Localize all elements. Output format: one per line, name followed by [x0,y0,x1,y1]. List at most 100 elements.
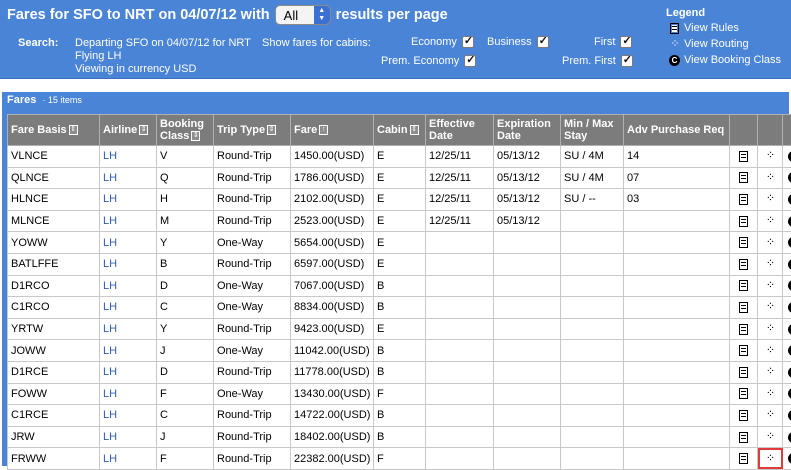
view-rules-cell[interactable] [730,232,758,254]
cell-airline[interactable]: LH [100,167,157,189]
rules-document-icon[interactable] [739,172,748,183]
rules-document-icon[interactable] [739,453,748,464]
view-routing-cell[interactable]: ⁘ [758,361,783,383]
routing-icon[interactable]: ⁘ [766,409,774,421]
routing-icon[interactable]: ⁘ [766,323,774,335]
cabin-prem-first[interactable]: Prem. First [562,55,633,67]
rules-document-icon[interactable] [739,388,748,399]
column-header-fare-basis[interactable]: Fare Basis⇕ [8,115,100,146]
view-routing-cell[interactable]: ⁘ [758,189,783,211]
column-header-trip-type[interactable]: Trip Type⇕ [214,115,291,146]
routing-icon[interactable]: ⁘ [766,171,774,183]
view-rules-cell[interactable] [730,361,758,383]
cell-airline[interactable]: LH [100,426,157,448]
view-routing-cell[interactable]: ⁘ [758,167,783,189]
view-routing-cell[interactable]: ⁘ [758,253,783,275]
view-booking-class-cell[interactable]: C [783,318,791,340]
column-header-expiration-date[interactable]: Expiration Date [494,115,561,146]
routing-icon[interactable]: ⁘ [766,258,774,270]
column-header-booking-class[interactable]: Booking Class⇕ [157,115,214,146]
legend-view-booking-class[interactable]: C View Booking Class [668,54,781,66]
view-routing-cell[interactable]: ⁘ [758,448,783,470]
view-rules-cell[interactable] [730,297,758,319]
cell-airline[interactable]: LH [100,275,157,297]
rules-document-icon[interactable] [739,237,748,248]
cell-airline[interactable]: LH [100,340,157,362]
column-header-airline[interactable]: Airline⇕ [100,115,157,146]
column-header-adv-purchase[interactable]: Adv Purchase Req [624,115,730,146]
cabin-prem-economy-checkbox[interactable] [464,55,476,67]
legend-view-routing[interactable]: ⁘ View Routing [668,38,749,50]
cabin-prem-economy[interactable]: Prem. Economy [381,55,476,67]
results-per-page-select[interactable]: All ▲▼ [275,5,331,25]
sort-icon[interactable]: ⇕ [191,131,200,141]
sort-icon[interactable]: ⇕ [410,125,419,135]
view-routing-cell[interactable]: ⁘ [758,426,783,448]
view-routing-cell[interactable]: ⁘ [758,275,783,297]
view-rules-cell[interactable] [730,146,758,168]
rules-document-icon[interactable] [739,216,748,227]
cabin-business-checkbox[interactable] [537,36,549,48]
view-booking-class-cell[interactable]: C [783,189,791,211]
cell-airline[interactable]: LH [100,232,157,254]
view-booking-class-cell[interactable]: C [783,146,791,168]
view-rules-cell[interactable] [730,189,758,211]
legend-view-rules[interactable]: View Rules [668,22,739,34]
view-rules-cell[interactable] [730,426,758,448]
routing-icon[interactable]: ⁘ [766,279,774,291]
cabin-economy-checkbox[interactable] [462,36,474,48]
rules-document-icon[interactable] [739,151,748,162]
cell-airline[interactable]: LH [100,448,157,470]
view-rules-cell[interactable] [730,448,758,470]
rules-document-icon[interactable] [739,194,748,205]
routing-icon[interactable]: ⁘ [766,236,774,248]
view-routing-cell[interactable]: ⁘ [758,405,783,427]
rules-document-icon[interactable] [739,280,748,291]
view-rules-cell[interactable] [730,253,758,275]
column-header-cabin[interactable]: Cabin⇕ [374,115,426,146]
cell-airline[interactable]: LH [100,210,157,232]
rules-document-icon[interactable] [739,345,748,356]
view-rules-cell[interactable] [730,210,758,232]
sort-ascending-icon[interactable]: ↑ [319,125,328,135]
view-rules-cell[interactable] [730,383,758,405]
routing-icon[interactable]: ⁘ [766,150,774,162]
view-booking-class-cell[interactable]: C [783,232,791,254]
view-routing-cell[interactable]: ⁘ [758,383,783,405]
view-booking-class-cell[interactable]: C [783,275,791,297]
column-header-min-max-stay[interactable]: Min / Max Stay [561,115,624,146]
view-rules-cell[interactable] [730,318,758,340]
view-rules-cell[interactable] [730,167,758,189]
cabin-first-checkbox[interactable] [620,36,632,48]
sort-icon[interactable]: ⇕ [139,125,148,135]
routing-icon[interactable]: ⁘ [766,431,774,443]
view-booking-class-cell[interactable]: C [783,297,791,319]
view-rules-cell[interactable] [730,340,758,362]
routing-icon[interactable]: ⁘ [766,344,774,356]
cabin-prem-first-checkbox[interactable] [621,55,633,67]
cabin-economy[interactable]: Economy [411,36,474,48]
routing-icon[interactable]: ⁘ [766,387,774,399]
sort-icon[interactable]: ⇕ [69,125,78,135]
cell-airline[interactable]: LH [100,383,157,405]
cell-airline[interactable]: LH [100,361,157,383]
view-routing-cell[interactable]: ⁘ [758,318,783,340]
cell-airline[interactable]: LH [100,146,157,168]
cabin-first[interactable]: First [594,36,632,48]
view-booking-class-cell[interactable]: C [783,426,791,448]
view-booking-class-cell[interactable]: C [783,253,791,275]
view-booking-class-cell[interactable]: C [783,210,791,232]
routing-icon[interactable]: ⁘ [766,193,774,205]
cell-airline[interactable]: LH [100,318,157,340]
rules-document-icon[interactable] [739,432,748,443]
view-rules-cell[interactable] [730,275,758,297]
rules-document-icon[interactable] [739,410,748,421]
sort-icon[interactable]: ⇕ [267,125,276,135]
view-rules-cell[interactable] [730,405,758,427]
routing-icon[interactable]: ⁘ [766,301,774,313]
cell-airline[interactable]: LH [100,405,157,427]
column-header-effective-date[interactable]: Effective Date [426,115,494,146]
routing-icon[interactable]: ⁘ [766,215,774,227]
cell-airline[interactable]: LH [100,297,157,319]
view-booking-class-cell[interactable]: C [783,405,791,427]
